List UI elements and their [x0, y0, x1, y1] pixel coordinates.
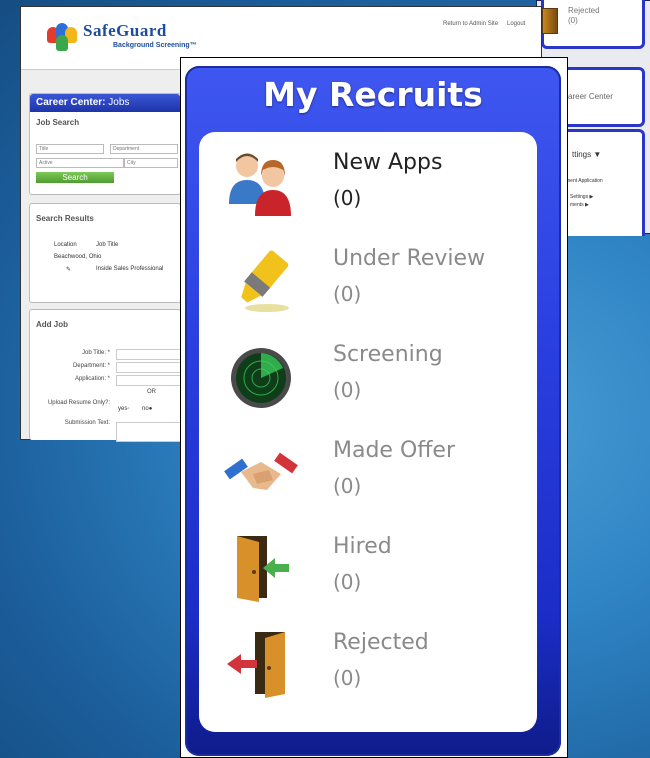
status-count: (0) — [333, 474, 362, 498]
career-center-title: Career Center: Jobs — [30, 94, 180, 112]
door-enter-icon — [237, 536, 289, 602]
bg-settings-item: Settings ▶ — [570, 194, 594, 200]
recruits-list: New Apps (0) Under Review (0) Screening … — [199, 132, 537, 732]
no-radio[interactable]: no● — [142, 406, 152, 412]
status-select[interactable]: Active — [36, 158, 124, 168]
status-count: (0) — [333, 282, 362, 306]
my-recruits-card: My Recruits New Apps (0) Under Review (0… — [180, 57, 568, 758]
radar-icon — [231, 348, 291, 408]
job-title-label: Job Title: * — [81, 350, 110, 356]
department-field[interactable] — [116, 362, 182, 373]
submission-text-label: Submission Text: — [64, 420, 110, 426]
status-made-offer[interactable]: Made Offer (0) — [199, 434, 537, 526]
status-label: New Apps — [333, 150, 443, 175]
status-label: Rejected — [333, 630, 429, 655]
search-button[interactable]: Search — [36, 172, 114, 183]
department-label: Department: * — [72, 363, 110, 369]
status-count: (0) — [333, 186, 362, 210]
status-label: Screening — [333, 342, 443, 367]
status-count: (0) — [333, 570, 362, 594]
bg-career-center-label: areer Center — [568, 92, 613, 101]
yes-radio[interactable]: yes◦ — [118, 406, 129, 412]
job-title-field[interactable] — [116, 349, 182, 360]
return-admin-link[interactable]: Return to Admin Site — [443, 21, 498, 27]
status-hired[interactable]: Hired (0) — [199, 530, 537, 622]
recruits-frame: My Recruits New Apps (0) Under Review (0… — [185, 66, 561, 756]
city-input[interactable]: City — [124, 158, 178, 168]
recruits-title: My Recruits — [263, 75, 483, 114]
status-count: (0) — [333, 378, 362, 402]
department-input[interactable]: Department — [110, 144, 178, 154]
safeguard-logo-icon — [47, 21, 77, 51]
status-label: Made Offer — [333, 438, 456, 463]
result-job-link[interactable]: Inside Sales Professional — [96, 266, 163, 272]
search-results-heading: Search Results — [36, 214, 94, 223]
add-job-heading: Add Job — [36, 320, 68, 329]
status-count: (0) — [333, 666, 362, 690]
status-new-apps[interactable]: New Apps (0) — [199, 146, 537, 238]
bg-settings-item: ment Application — [566, 178, 603, 184]
result-location: Beachwood, Ohio — [54, 254, 102, 260]
logo-name: SafeGuard — [83, 21, 167, 40]
bg-settings-label: ttings ▼ — [572, 150, 602, 159]
bg-rejected-count: (0) — [568, 16, 578, 25]
door-exit-icon — [542, 8, 558, 34]
status-rejected[interactable]: Rejected (0) — [199, 626, 537, 718]
submission-text-field[interactable] — [116, 422, 182, 442]
people-icon — [229, 153, 291, 216]
status-under-review[interactable]: Under Review (0) — [199, 242, 537, 334]
door-exit-icon — [227, 632, 285, 698]
handshake-icon — [224, 452, 298, 490]
logout-link[interactable]: Logout — [507, 21, 525, 27]
add-job-section: Add Job Job Title: * Department: * Appli… — [29, 309, 182, 442]
bg-rejected-card: Rejected (0) — [541, 0, 645, 49]
edit-pencil-icon[interactable]: ✎ — [66, 266, 71, 273]
search-results-section: Search Results Location Job Title Beachw… — [29, 203, 181, 303]
application-field[interactable] — [116, 375, 182, 386]
highlighter-icon — [241, 250, 289, 312]
upload-resume-label: Upload Resume Only?: — [47, 400, 110, 406]
job-search-section: Career Center: Jobs Job Search Title Dep… — [29, 93, 181, 195]
status-label: Under Review — [333, 246, 486, 271]
job-search-heading: Job Search — [36, 118, 80, 127]
logo-subtitle: Background Screening™ — [113, 42, 197, 49]
bg-settings-item: ments ▶ — [570, 202, 589, 208]
job-title-column-header: Job Title — [96, 242, 119, 248]
bg-rejected-label: Rejected — [568, 6, 600, 15]
status-screening[interactable]: Screening (0) — [199, 338, 537, 430]
location-column-header: Location — [54, 242, 77, 248]
application-label: Application: * — [74, 376, 110, 382]
or-label: OR — [147, 389, 156, 395]
status-label: Hired — [333, 534, 392, 559]
title-input[interactable]: Title — [36, 144, 104, 154]
